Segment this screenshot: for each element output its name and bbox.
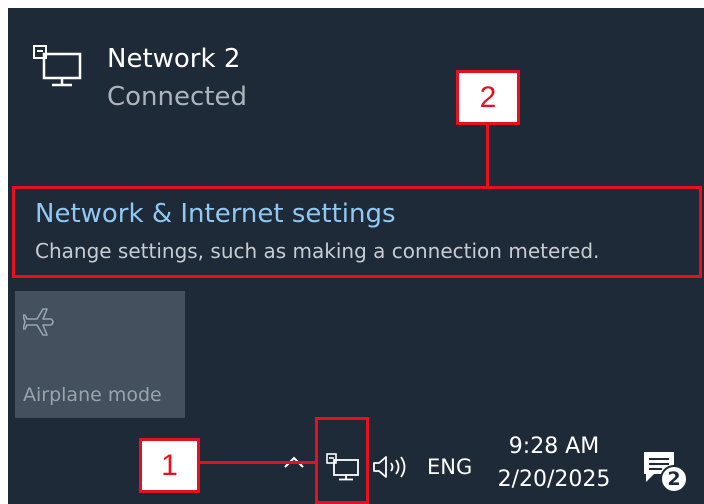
- network-status: Connected: [107, 82, 248, 112]
- clock-date: 2/20/2025: [497, 467, 611, 492]
- settings-link-title: Network & Internet settings: [35, 199, 396, 229]
- airplane-mode-tile[interactable]: Airplane mode: [15, 291, 185, 418]
- annotation-callout-2: 2: [456, 70, 520, 125]
- network-internet-settings-link[interactable]: Network & Internet settings Change setti…: [12, 186, 702, 278]
- annotation-highlight-1: [315, 417, 369, 504]
- annotation-callout-1: 1: [139, 438, 200, 493]
- annotation-connector-2: [486, 122, 489, 186]
- language-indicator[interactable]: ENG: [427, 455, 472, 479]
- network-name: Network 2: [107, 44, 241, 74]
- airplane-mode-label: Airplane mode: [23, 384, 162, 406]
- notification-count-badge: 2: [660, 465, 688, 493]
- airplane-icon: [23, 308, 54, 336]
- annotation-connector-1: [197, 461, 315, 464]
- settings-link-description: Change settings, such as making a connec…: [35, 239, 600, 263]
- ethernet-network-icon: [33, 45, 82, 87]
- speaker-volume-icon[interactable]: [372, 454, 410, 480]
- taskbar-clock[interactable]: 9:28 AM 2/20/2025: [494, 434, 614, 492]
- clock-time: 9:28 AM: [508, 434, 600, 459]
